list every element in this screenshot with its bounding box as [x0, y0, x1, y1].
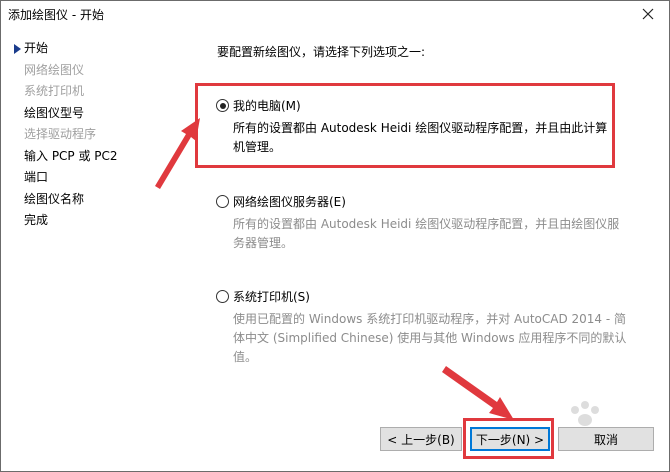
- annotation-arrow-icon: [155, 118, 200, 189]
- annotation-arrow-icon: [442, 366, 514, 420]
- annotation-arrows: [155, 118, 599, 426]
- watermark-paw-icon: [571, 401, 599, 426]
